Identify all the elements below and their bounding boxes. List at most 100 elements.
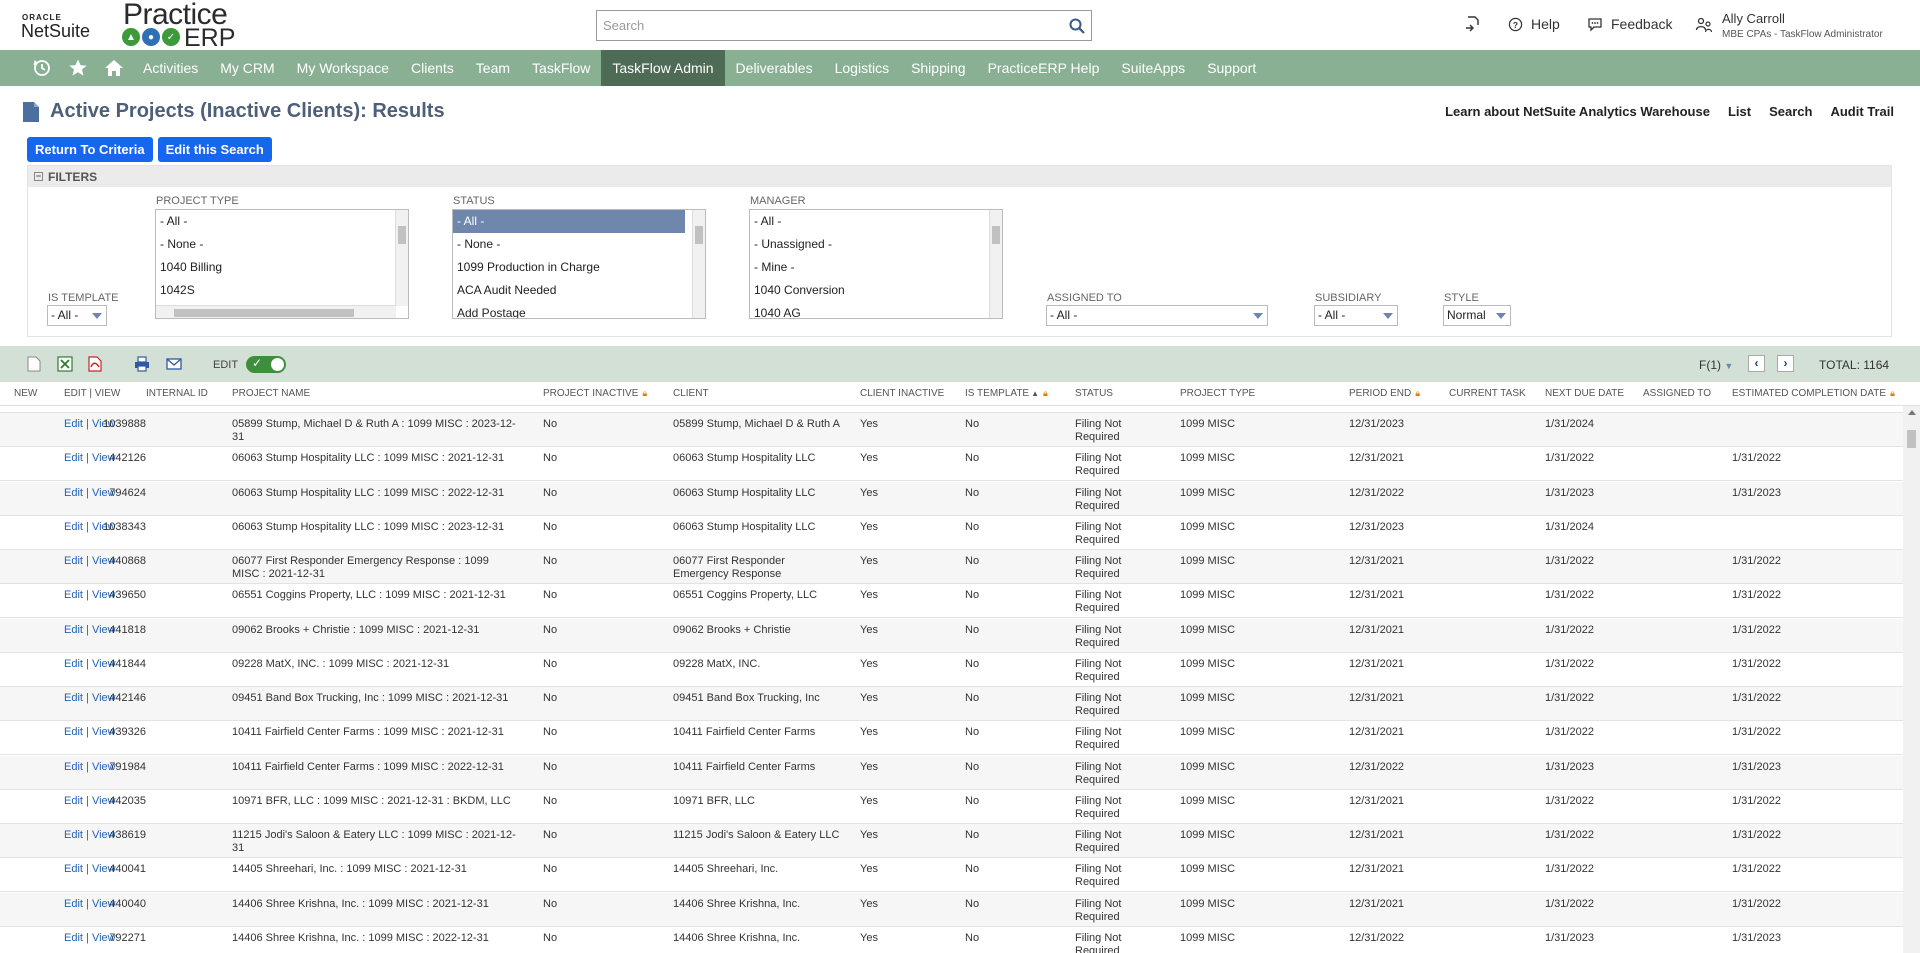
nav-my-crm[interactable]: My CRM bbox=[209, 50, 285, 86]
col-current-task[interactable]: CURRENT TASK bbox=[1449, 388, 1526, 399]
table-row[interactable]: Edit | View 792271 14406 Shree Krishna, In… bbox=[0, 927, 1903, 953]
status-option[interactable]: 1099 Production in Charge bbox=[453, 256, 705, 279]
edit-search-button[interactable]: Edit this Search bbox=[157, 137, 272, 162]
assigned-to-select[interactable]: - All - bbox=[1046, 305, 1268, 326]
table-row[interactable]: Edit | View 439326 10411 Fairfield Center … bbox=[0, 721, 1903, 756]
page-filter-dropdown[interactable]: F(1) ▼ bbox=[1699, 358, 1733, 372]
results-scrollbar[interactable] bbox=[1903, 406, 1920, 953]
pdf-icon[interactable] bbox=[87, 356, 103, 372]
user-roles-icon[interactable] bbox=[1695, 16, 1713, 34]
table-row[interactable]: Edit | View 1038343 06063 Stump Hospitalit… bbox=[0, 516, 1903, 550]
global-search[interactable] bbox=[596, 10, 1092, 41]
project-type-listbox[interactable]: - All - - None - 1040 Billing 1042S bbox=[155, 209, 409, 319]
nav-my-workspace[interactable]: My Workspace bbox=[286, 50, 400, 86]
recent-records-icon[interactable] bbox=[1464, 15, 1482, 33]
manager-option[interactable]: - All - bbox=[750, 210, 1002, 233]
nav-logistics[interactable]: Logistics bbox=[824, 50, 900, 86]
filters-header[interactable]: − FILTERS bbox=[28, 166, 1891, 187]
collapse-icon[interactable]: − bbox=[34, 172, 43, 181]
nav-taskflow-admin[interactable]: TaskFlow Admin bbox=[601, 50, 725, 86]
col-next-due-date[interactable]: NEXT DUE DATE bbox=[1545, 388, 1624, 399]
table-row[interactable]: Edit | View 791984 10411 Fairfield Center … bbox=[0, 755, 1903, 790]
project-type-hscrollbar[interactable] bbox=[156, 305, 396, 318]
col-period-end[interactable]: PERIOD END 🔒︎ bbox=[1349, 388, 1420, 399]
table-row[interactable]: Edit | View 442035 10971 BFR, LLC : 1099 M… bbox=[0, 790, 1903, 824]
subsidiary-select[interactable]: - All - bbox=[1314, 305, 1398, 326]
col-internal-id[interactable]: INTERNAL ID bbox=[146, 388, 208, 399]
manager-option[interactable]: 1040 Conversion bbox=[750, 279, 1002, 302]
status-listbox[interactable]: - All - - None - 1099 Production in Char… bbox=[452, 209, 706, 319]
col-client-inactive[interactable]: CLIENT INACTIVE bbox=[860, 388, 944, 399]
previous-page-button[interactable]: ‹ bbox=[1748, 355, 1765, 372]
status-option-selected[interactable]: - All - bbox=[453, 210, 685, 233]
help-link[interactable]: ? Help bbox=[1508, 16, 1560, 32]
star-icon[interactable] bbox=[60, 50, 96, 86]
table-row[interactable]: Edit | View 441844 09228 MatX, INC. : 1099… bbox=[0, 653, 1903, 687]
col-assigned-to[interactable]: ASSIGNED TO bbox=[1643, 388, 1711, 399]
manager-option[interactable]: 1040 AG bbox=[750, 302, 1002, 318]
search-link[interactable]: Search bbox=[1769, 104, 1812, 119]
manager-option[interactable]: - Unassigned - bbox=[750, 233, 1002, 256]
col-new[interactable]: NEW bbox=[14, 388, 37, 399]
nav-team[interactable]: Team bbox=[465, 50, 521, 86]
table-row[interactable]: Edit | View 440040 14406 Shree Krishna, In… bbox=[0, 892, 1903, 927]
table-row[interactable]: Edit | View 442146 09451 Band Box Trucking… bbox=[0, 687, 1903, 721]
status-scrollbar[interactable] bbox=[692, 210, 705, 318]
col-estimated-completion[interactable]: ESTIMATED COMPLETION DATE 🔒︎ bbox=[1732, 388, 1895, 399]
col-status[interactable]: STATUS bbox=[1075, 388, 1113, 399]
table-row[interactable]: Edit | View 438619 11215 Jodi's Saloon & E… bbox=[0, 824, 1903, 858]
return-to-criteria-button[interactable]: Return To Criteria bbox=[27, 137, 153, 162]
feedback-link[interactable]: Feedback bbox=[1587, 16, 1672, 32]
status-option[interactable]: Add Postage bbox=[453, 302, 705, 318]
search-icon[interactable] bbox=[1068, 17, 1086, 35]
manager-scrollbar[interactable] bbox=[989, 210, 1002, 318]
list-link[interactable]: List bbox=[1728, 104, 1751, 119]
table-row[interactable]: Edit | View 1039888 05899 Stump, Michael D… bbox=[0, 413, 1903, 447]
analytics-warehouse-link[interactable]: Learn about NetSuite Analytics Warehouse bbox=[1445, 104, 1710, 119]
nav-suiteapps[interactable]: SuiteApps bbox=[1110, 50, 1196, 86]
nav-support[interactable]: Support bbox=[1196, 50, 1267, 86]
project-type-option[interactable]: 1042S bbox=[156, 279, 408, 302]
assigned-to-value: - All - bbox=[1050, 308, 1078, 322]
history-icon[interactable] bbox=[24, 50, 60, 86]
nav-clients[interactable]: Clients bbox=[400, 50, 465, 86]
next-page-button[interactable]: › bbox=[1777, 355, 1794, 372]
project-type-option[interactable]: - All - bbox=[156, 210, 408, 233]
audit-trail-link[interactable]: Audit Trail bbox=[1830, 104, 1894, 119]
status-option[interactable]: ACA Audit Needed bbox=[453, 279, 705, 302]
status-option[interactable]: - None - bbox=[453, 233, 705, 256]
nav-practiceerp-help[interactable]: PracticeERP Help bbox=[977, 50, 1111, 86]
col-project-name[interactable]: PROJECT NAME bbox=[232, 388, 310, 399]
project-type-option[interactable]: 1040 Billing bbox=[156, 256, 408, 279]
table-row[interactable]: Edit | View 794624 06063 Stump Hospitality… bbox=[0, 481, 1903, 516]
table-row[interactable]: Edit | View 440868 06077 First Responder E… bbox=[0, 550, 1903, 584]
search-input[interactable] bbox=[597, 11, 1057, 40]
user-name[interactable]: Ally Carroll bbox=[1722, 11, 1785, 26]
style-select[interactable]: Normal bbox=[1443, 305, 1511, 326]
user-role[interactable]: MBE CPAs - TaskFlow Administrator bbox=[1722, 29, 1883, 40]
table-row[interactable]: Edit | View 440041 14405 Shreehari, Inc. :… bbox=[0, 858, 1903, 893]
project-type-scrollbar[interactable] bbox=[395, 210, 408, 306]
new-doc-icon[interactable] bbox=[26, 356, 42, 372]
nav-taskflow[interactable]: TaskFlow bbox=[521, 50, 601, 86]
manager-option[interactable]: - Mine - bbox=[750, 256, 1002, 279]
print-icon[interactable] bbox=[134, 356, 150, 372]
col-is-template[interactable]: IS TEMPLATE ▲ 🔒︎ bbox=[965, 388, 1048, 399]
table-row[interactable]: Edit | View 439650 06551 Coggins Property,… bbox=[0, 584, 1903, 619]
nav-deliverables[interactable]: Deliverables bbox=[725, 50, 824, 86]
email-icon[interactable] bbox=[166, 356, 182, 372]
nav-shipping[interactable]: Shipping bbox=[900, 50, 977, 86]
edit-mode-toggle[interactable]: ✓ bbox=[246, 356, 286, 373]
netsuite-logo-text[interactable]: NetSuite bbox=[21, 21, 90, 42]
manager-listbox[interactable]: - All - - Unassigned - - Mine - 1040 Con… bbox=[749, 209, 1003, 319]
nav-activities[interactable]: Activities bbox=[132, 50, 209, 86]
col-client[interactable]: CLIENT bbox=[673, 388, 709, 399]
excel-icon[interactable] bbox=[57, 356, 73, 372]
table-row[interactable]: Edit | View 442126 06063 Stump Hospitality… bbox=[0, 447, 1903, 482]
table-row[interactable]: Edit | View 441818 09062 Brooks + Christie… bbox=[0, 618, 1903, 653]
col-project-type[interactable]: PROJECT TYPE bbox=[1180, 388, 1255, 399]
home-icon[interactable] bbox=[96, 50, 132, 86]
project-type-option[interactable]: - None - bbox=[156, 233, 408, 256]
col-project-inactive[interactable]: PROJECT INACTIVE 🔒︎ bbox=[543, 388, 647, 399]
is-template-select[interactable]: - All - bbox=[47, 305, 107, 326]
